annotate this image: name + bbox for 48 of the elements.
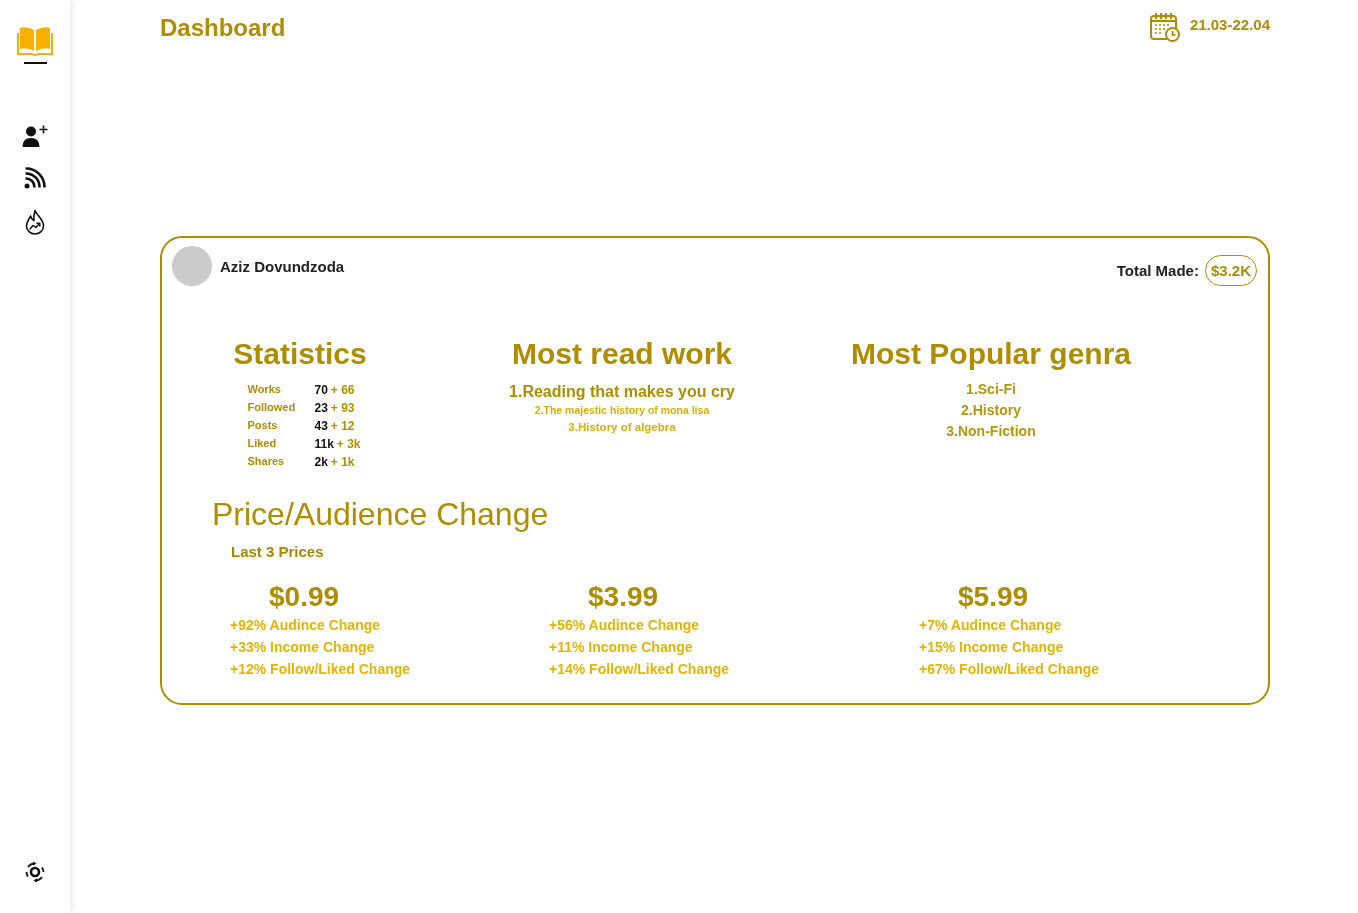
circular-arrows-icon[interactable] [24, 861, 46, 883]
calendar-clock-icon[interactable] [1149, 12, 1180, 42]
stat-value: 11k [314, 437, 334, 451]
stat-value: 2k [314, 455, 328, 469]
stat-label: Shares [247, 455, 286, 467]
genre-item: 1.Sci-Fi [966, 380, 1016, 399]
change-text: +14% Follow/Liked Change [549, 660, 730, 679]
stat-change: + 1k [330, 455, 355, 469]
work-title: 1.Reading that makes you cry [509, 382, 735, 402]
price-value: $0.99 [269, 580, 340, 614]
price-value: $3.99 [588, 580, 659, 614]
change-text: +33% Income Change [230, 638, 375, 657]
stat-change: + 93 [330, 401, 355, 415]
change-text: +12% Follow/Liked Change [230, 660, 411, 679]
genre-item: 3.Non-Fiction [946, 422, 1036, 441]
stat-label: Liked [247, 437, 278, 449]
work-title: 2.The majestic history of mona lisa [534, 403, 710, 418]
change-text: +92% Audince Change [230, 616, 381, 635]
change-text: +11% Income Change [549, 638, 693, 657]
section-title: Most Popular genra [850, 336, 1131, 372]
change-text: +7% Audince Change [919, 616, 1062, 635]
stat-value: 23 [314, 401, 328, 415]
avatar [172, 246, 212, 286]
stat-change: + 3k [336, 437, 361, 451]
section-title: Most read work [511, 336, 733, 372]
stat-change: + 12 [330, 419, 355, 433]
section-subtitle: Last 3 Prices [231, 542, 324, 562]
date-range-text[interactable]: 21.03-22.04 [1189, 15, 1270, 33]
add-user-icon[interactable] [22, 125, 48, 147]
stat-label: Followed [247, 401, 297, 413]
total-label: Total Made: [1116, 261, 1199, 279]
price-value: $5.99 [958, 580, 1029, 614]
section-title: Statistics [233, 336, 367, 372]
stat-label: Works [247, 383, 282, 395]
work-title: 3.History of algebra [568, 420, 676, 435]
genre-item: 2.History [961, 401, 1021, 420]
change-text: +56% Audince Change [549, 616, 700, 635]
stat-value: 43 [314, 419, 328, 433]
flame-icon[interactable] [24, 209, 46, 235]
change-text: +15% Income Change [919, 638, 1064, 657]
stat-value: 70 [314, 383, 328, 397]
rss-icon[interactable] [24, 167, 46, 189]
author-name: Aziz Dovundzoda [220, 257, 345, 275]
change-text: +67% Follow/Liked Change [919, 660, 1100, 679]
stat-label: Posts [247, 419, 279, 431]
section-title: Price/Audience Change [212, 495, 550, 533]
stat-change: + 66 [330, 383, 355, 397]
page-title: Dashboard [160, 13, 286, 43]
